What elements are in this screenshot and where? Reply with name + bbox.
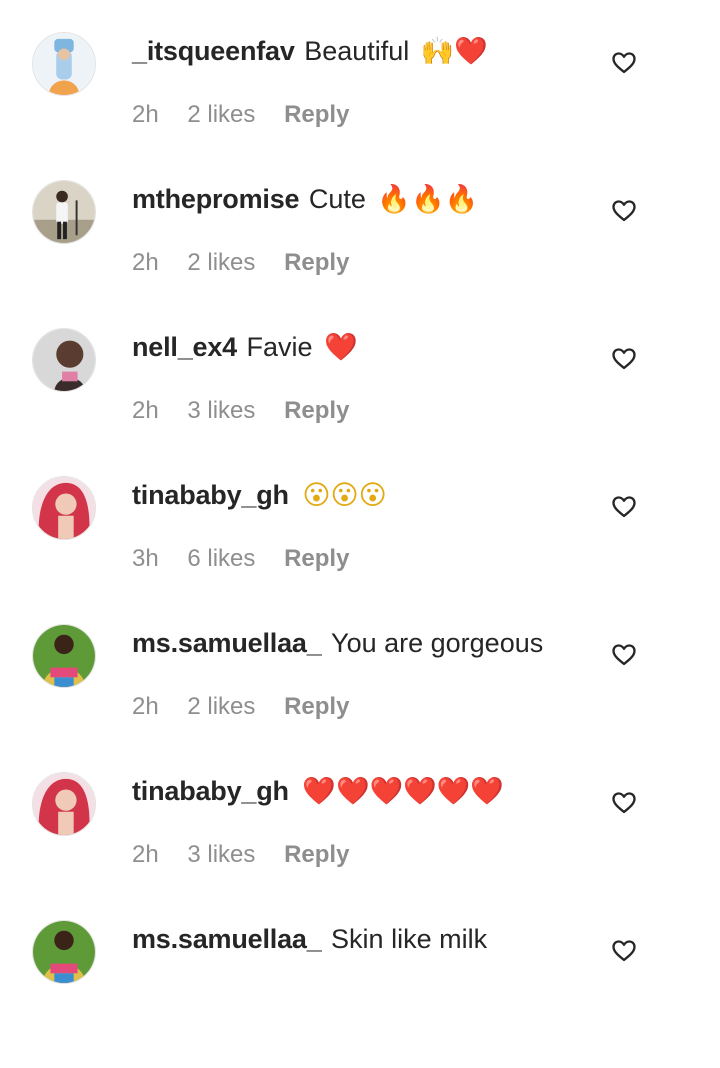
comment-meta: 2h 2 likes Reply <box>132 692 371 722</box>
avatar[interactable] <box>32 920 96 984</box>
avatar[interactable] <box>32 328 96 392</box>
reply-button[interactable]: Reply <box>284 100 349 130</box>
comment-item: nell_ex4 Favie ❤️ 2h 3 likes Reply <box>0 328 720 476</box>
comment-meta: 2h 2 likes Reply <box>132 248 371 278</box>
comment-item: _itsqueenfav Beautiful 🙌❤️ 2h 2 likes Re… <box>0 32 720 180</box>
comment-username[interactable]: tinababy_gh <box>132 480 289 510</box>
comment-text: Cute <box>308 184 366 214</box>
comment-username[interactable]: tinababy_gh <box>132 776 289 806</box>
comment-text-line: ms.samuellaa_ You are gorgeous <box>132 626 543 660</box>
comment-emoji: 🔥🔥🔥 <box>377 184 479 215</box>
reply-button[interactable]: Reply <box>284 544 349 574</box>
comment-text: Skin like milk <box>331 924 488 954</box>
avatar[interactable] <box>32 624 96 688</box>
comment-likes[interactable]: 3 likes <box>187 840 255 870</box>
comment-likes[interactable]: 2 likes <box>187 248 255 278</box>
comment-text-line: tinababy_gh ❤️❤️❤️❤️❤️❤️ <box>132 774 504 809</box>
comment-username[interactable]: ms.samuellaa_ <box>132 628 322 658</box>
comment-text: Favie <box>246 332 313 362</box>
comment-likes[interactable]: 2 likes <box>187 100 255 130</box>
comments-list: _itsqueenfav Beautiful 🙌❤️ 2h 2 likes Re… <box>0 0 720 984</box>
avatar[interactable] <box>32 772 96 836</box>
reply-button[interactable]: Reply <box>284 692 349 722</box>
comment-time: 3h <box>132 545 159 572</box>
comment-time: 2h <box>132 693 159 720</box>
comment-text-line: ms.samuellaa_ Skin like milk <box>132 922 487 956</box>
comment-meta: 3h 6 likes Reply <box>132 544 371 574</box>
comment-meta: 2h 3 likes Reply <box>132 396 371 426</box>
comment-emoji: ❤️ <box>324 332 358 363</box>
comment-emoji: ❤️❤️❤️❤️❤️❤️ <box>302 776 505 807</box>
comment-username[interactable]: _itsqueenfav <box>132 36 295 66</box>
heart-outline-icon[interactable] <box>610 936 638 964</box>
comment-time: 2h <box>132 841 159 868</box>
comment-username[interactable]: ms.samuellaa_ <box>132 924 322 954</box>
comment-time: 2h <box>132 101 159 128</box>
heart-outline-icon[interactable] <box>610 48 638 76</box>
comment-emoji: 🙌❤️ <box>420 36 489 67</box>
comment-likes[interactable]: 3 likes <box>187 396 255 426</box>
avatar[interactable] <box>32 476 96 540</box>
comment-text-line: mthepromise Cute 🔥🔥🔥 <box>132 182 478 217</box>
avatar[interactable] <box>32 180 96 244</box>
comment-text-line: nell_ex4 Favie ❤️ <box>132 330 358 365</box>
heart-outline-icon[interactable] <box>610 788 638 816</box>
comment-username[interactable]: nell_ex4 <box>132 332 237 362</box>
comment-text: Beautiful <box>304 36 410 66</box>
comment-time: 2h <box>132 249 159 276</box>
reply-button[interactable]: Reply <box>284 248 349 278</box>
comment-item: tinababy_gh ❤️❤️❤️❤️❤️❤️ 2h 3 likes Repl… <box>0 772 720 920</box>
avatar[interactable] <box>32 32 96 96</box>
reply-button[interactable]: Reply <box>284 840 349 870</box>
comment-text-line: tinababy_gh 😮😮😮 <box>132 478 387 513</box>
comment-item: ms.samuellaa_ You are gorgeous 2h 2 like… <box>0 624 720 772</box>
comment-meta: 2h 2 likes Reply <box>132 100 371 130</box>
comment-likes[interactable]: 2 likes <box>187 692 255 722</box>
reply-button[interactable]: Reply <box>284 396 349 426</box>
heart-outline-icon[interactable] <box>610 344 638 372</box>
comment-text: You are gorgeous <box>331 628 544 658</box>
comment-emoji: 😮😮😮 <box>302 480 387 511</box>
comment-time: 2h <box>132 397 159 424</box>
comment-item: tinababy_gh 😮😮😮 3h 6 likes Reply <box>0 476 720 624</box>
comment-meta: 2h 3 likes Reply <box>132 840 371 870</box>
comment-username[interactable]: mthepromise <box>132 184 300 214</box>
comment-likes[interactable]: 6 likes <box>187 544 255 574</box>
comment-text-line: _itsqueenfav Beautiful 🙌❤️ <box>132 34 488 69</box>
comment-item: ms.samuellaa_ Skin like milk <box>0 920 720 1068</box>
heart-outline-icon[interactable] <box>610 492 638 520</box>
heart-outline-icon[interactable] <box>610 196 638 224</box>
heart-outline-icon[interactable] <box>610 640 638 668</box>
comment-item: mthepromise Cute 🔥🔥🔥 2h 2 likes Reply <box>0 180 720 328</box>
